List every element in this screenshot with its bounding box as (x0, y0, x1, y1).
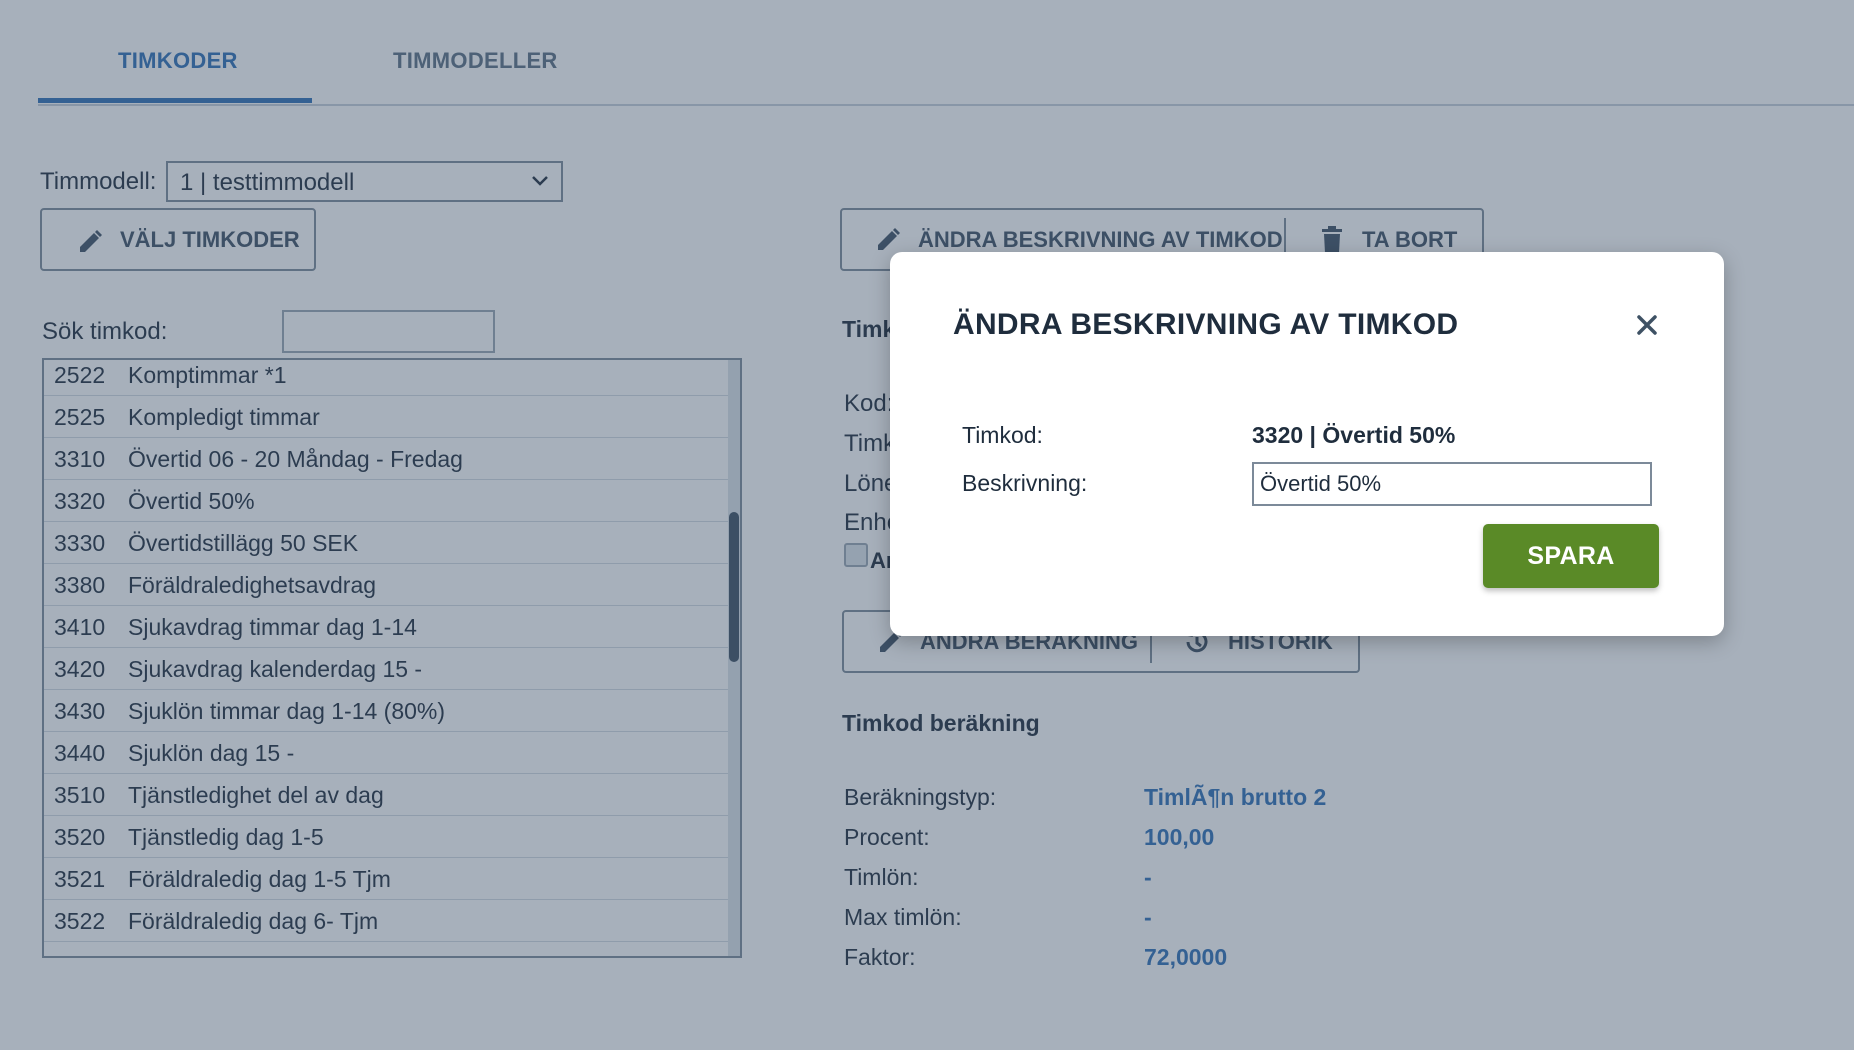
modal-description-label: Beskrivning: (962, 470, 1088, 496)
save-button[interactable]: SPARA (1483, 524, 1659, 588)
close-icon[interactable] (1630, 308, 1664, 342)
modal-title: ÄNDRA BESKRIVNING AV TIMKOD (953, 308, 1459, 341)
modal-description-input[interactable] (1252, 462, 1652, 506)
modal-timkod-label: Timkod: (962, 422, 1043, 448)
modal-timkod-value: 3320 | Övertid 50% (1252, 422, 1456, 448)
edit-description-modal: ÄNDRA BESKRIVNING AV TIMKOD Timkod: 3320… (890, 252, 1724, 636)
